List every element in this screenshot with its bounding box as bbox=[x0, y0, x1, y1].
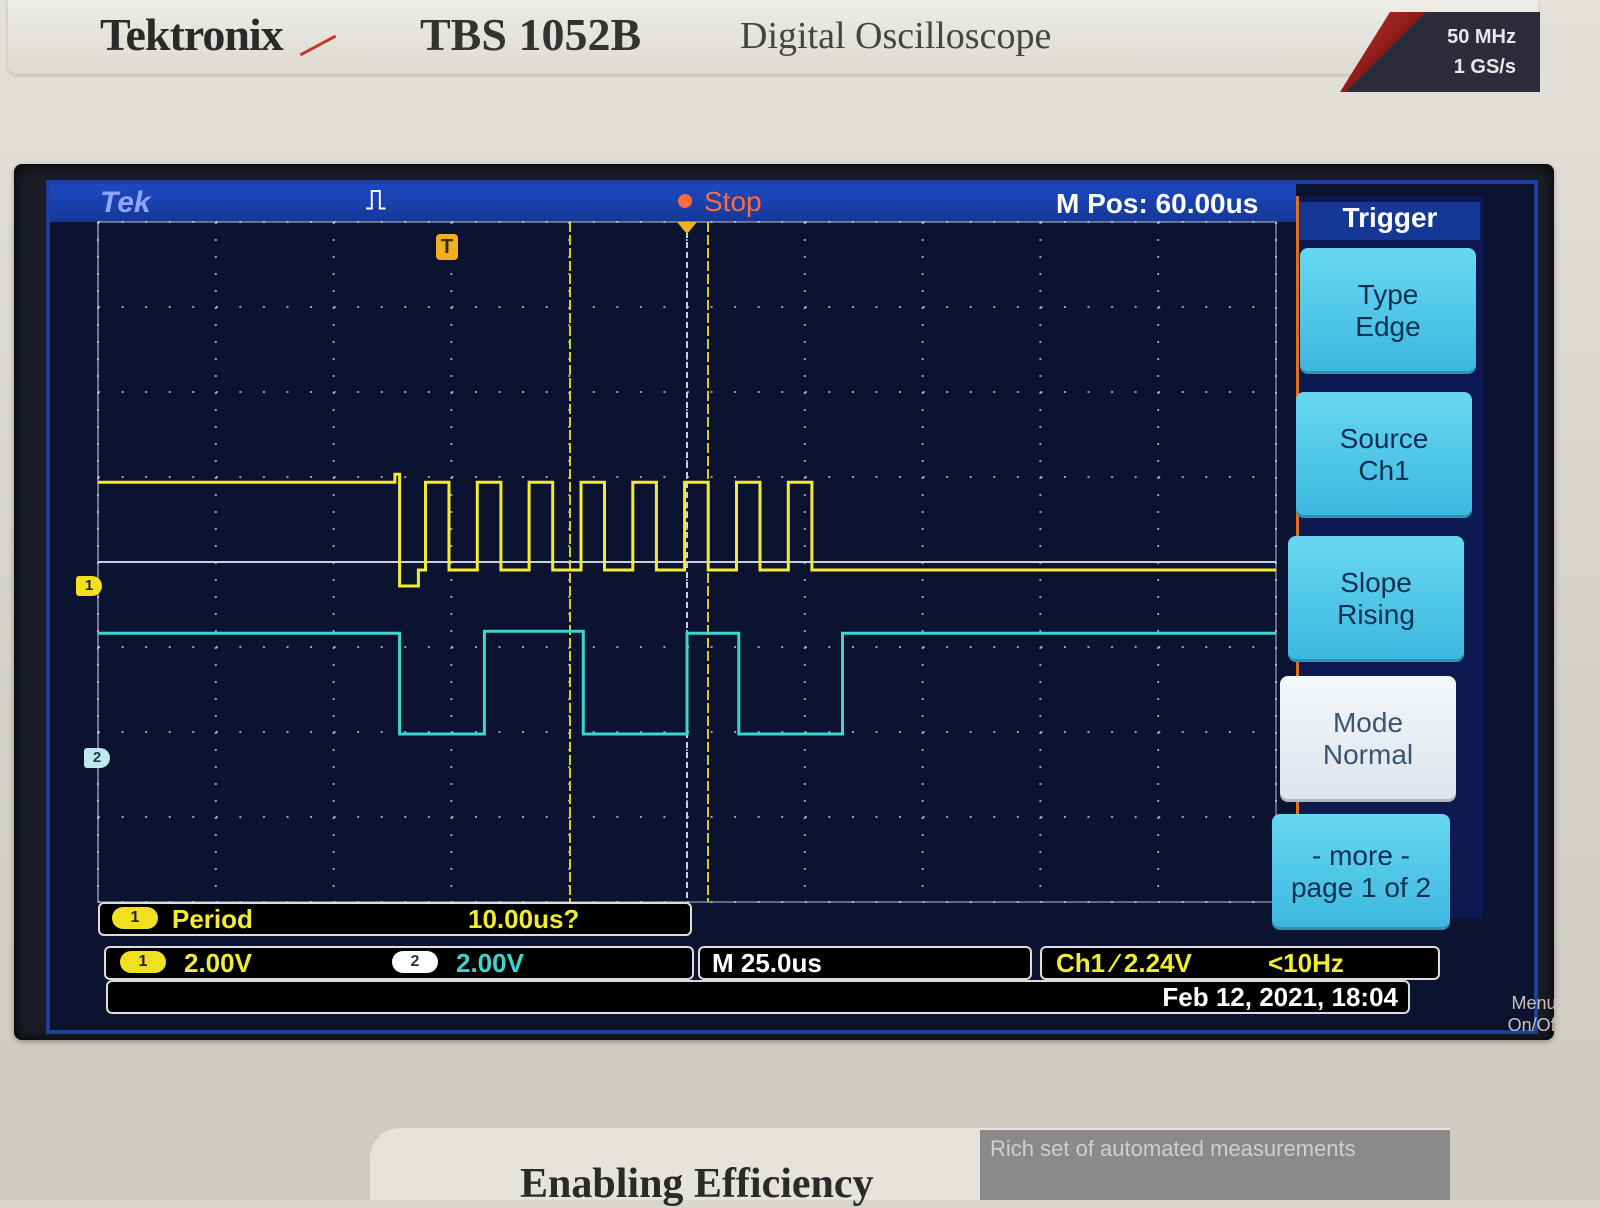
menu-button-more[interactable]: - more - page 1 of 2 bbox=[1272, 814, 1450, 930]
ch1-scale-badge: 1 bbox=[120, 951, 166, 973]
menu-button-mode-value: Normal bbox=[1322, 739, 1414, 770]
slogan: Enabling Efficiency bbox=[520, 1161, 874, 1207]
measurement-channel-badge: 1 bbox=[112, 907, 158, 929]
ch2-scale-badge: 2 bbox=[392, 951, 438, 973]
feature-box: Rich set of automated measurements bbox=[980, 1130, 1450, 1200]
ch1-ground-marker-label: 1 bbox=[84, 577, 94, 594]
trigger-menu-title: Trigger bbox=[1300, 202, 1480, 240]
trigger-level: Ch1 ∕ 2.24V bbox=[1056, 948, 1192, 978]
ch2-scale: 2.00V bbox=[456, 948, 524, 978]
ch1-ground-marker[interactable]: 1 bbox=[76, 576, 102, 596]
timebase-readout: M 25.0us bbox=[698, 946, 1032, 980]
measurement-label: Period bbox=[172, 904, 253, 934]
feature-text: Rich set of automated measurements bbox=[990, 1136, 1356, 1161]
menu-button-mode[interactable]: Mode Normal bbox=[1280, 676, 1456, 802]
menu-button-source[interactable]: Source Ch1 bbox=[1296, 392, 1472, 518]
trigger-frequency: <10Hz bbox=[1268, 948, 1344, 978]
datetime: Feb 12, 2021, 18:04 bbox=[1162, 982, 1398, 1012]
trigger-marker-label: T bbox=[440, 236, 454, 258]
ch2-ground-marker-label: 2 bbox=[92, 749, 102, 766]
menu-onoff-label: Menu On/Off bbox=[1507, 993, 1561, 1035]
menu-button-mode-label: Mode bbox=[1332, 707, 1404, 738]
menu-button-slope[interactable]: Slope Rising bbox=[1288, 536, 1464, 662]
measurement-readout: 1 Period 10.00us? bbox=[98, 902, 692, 936]
datetime-readout: Feb 12, 2021, 18:04 bbox=[106, 980, 1410, 1014]
menu-button-source-label: Source bbox=[1339, 423, 1429, 454]
ch2-ground-marker[interactable]: 2 bbox=[84, 748, 110, 768]
trigger-marker: T bbox=[436, 234, 458, 260]
menu-button-more-label: - more - bbox=[1312, 840, 1410, 871]
ch2-trace bbox=[98, 629, 1276, 736]
trigger-readout: Ch1 ∕ 2.24V <10Hz bbox=[1040, 946, 1440, 980]
menu-button-slope-label: Slope bbox=[1340, 567, 1412, 598]
trigger-position-icon bbox=[677, 222, 697, 234]
menu-button-more-value: page 1 of 2 bbox=[1290, 872, 1432, 903]
menu-button-type[interactable]: Type Edge bbox=[1300, 248, 1476, 374]
menu-button-type-label: Type bbox=[1357, 279, 1419, 310]
vertical-scale-readout: 1 2.00V 2 2.00V bbox=[104, 946, 694, 980]
menu-button-type-value: Edge bbox=[1355, 311, 1421, 342]
ch1-trace bbox=[98, 472, 1276, 588]
ch1-scale: 2.00V bbox=[184, 948, 252, 978]
graticule-grid bbox=[97, 221, 1277, 903]
menu-button-slope-value: Rising bbox=[1337, 599, 1415, 630]
measurement-value: 10.00us? bbox=[468, 904, 580, 934]
timebase-value: M 25.0us bbox=[712, 948, 822, 978]
menu-button-source-value: Ch1 bbox=[1358, 455, 1410, 486]
